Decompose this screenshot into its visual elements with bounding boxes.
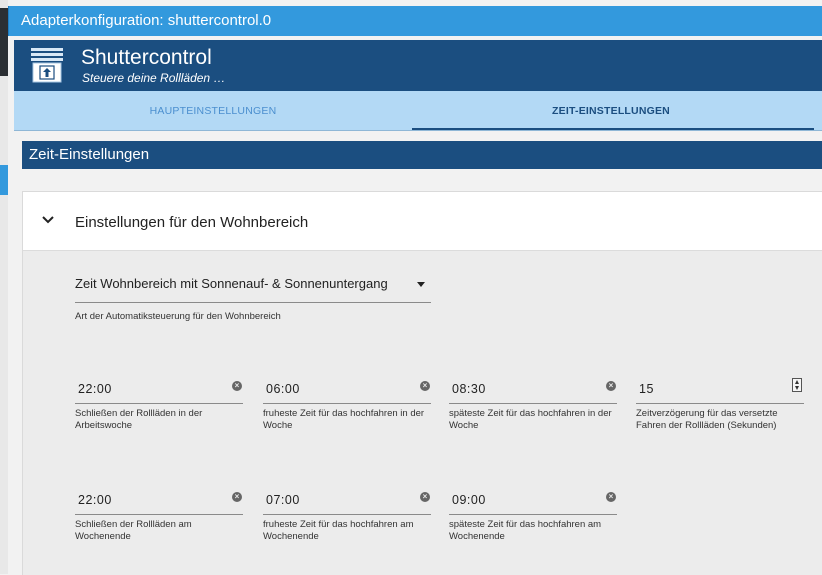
select-helper-text: Art der Automatiksteuerung für den Wohnb… [75,311,281,322]
stepper-down-icon[interactable] [795,386,799,390]
active-tab-indicator [412,128,814,130]
earliest-up-week-field: 06:00 × fruheste Zeit für das hochfahren… [263,370,431,450]
number-stepper[interactable] [792,378,802,392]
dropdown-arrow-icon[interactable] [417,282,425,287]
app-title: Shuttercontrol [81,46,212,69]
latest-up-week-field: 08:30 × späteste Zeit für das hochfahren… [449,370,617,450]
section-title: Zeit-Einstellungen [22,141,822,169]
clear-icon[interactable]: × [232,381,242,391]
clear-icon[interactable]: × [232,492,242,502]
time-input[interactable]: 09:00 [452,493,486,507]
input-underline [263,403,431,404]
tab-zeit-einstellungen[interactable]: ZEIT-EINSTELLUNGEN [412,91,810,130]
time-input[interactable]: 06:00 [266,382,300,396]
background-window-dark [0,8,8,76]
clear-icon[interactable]: × [420,381,430,391]
shutter-upload-icon [29,46,65,84]
input-underline [449,514,617,515]
time-input[interactable]: 22:00 [78,493,112,507]
time-input[interactable]: 07:00 [266,493,300,507]
stepper-up-icon[interactable] [795,380,799,384]
field-helper-text: Schließen der Rollläden in der Arbeitswo… [75,408,203,431]
dialog-title: Adapterkonfiguration: shuttercontrol.0 [8,6,822,36]
number-input[interactable]: 15 [639,382,654,396]
app-header: Shuttercontrol Steuere deine Rollläden … [14,40,822,91]
clear-icon[interactable]: × [420,492,430,502]
input-underline [449,403,617,404]
chevron-down-icon[interactable] [41,215,55,225]
field-helper-text: Zeitverzögerung für das versetzte Fahren… [636,408,778,431]
input-underline [75,514,243,515]
input-underline [636,403,804,404]
close-time-weekend-field: 22:00 × Schließen der Rollläden am Woche… [75,481,243,561]
clear-icon[interactable]: × [606,381,616,391]
field-helper-text: fruheste Zeit für das hochfahren in der … [263,408,425,431]
input-underline [263,514,431,515]
automation-mode-select[interactable]: Zeit Wohnbereich mit Sonnenauf- & Sonnen… [75,276,431,303]
panel-title: Einstellungen für den Wohnbereich [75,214,309,231]
field-helper-text: fruheste Zeit für das hochfahren am Woch… [263,519,414,542]
wohnbereich-panel: Einstellungen für den Wohnbereich Zeit W… [22,191,822,575]
time-input[interactable]: 08:30 [452,382,486,396]
latest-up-weekend-field: 09:00 × späteste Zeit für das hochfahren… [449,481,617,561]
panel-header[interactable]: Einstellungen für den Wohnbereich [23,192,822,251]
tab-bar: HAUPTEINSTELLUNGEN ZEIT-EINSTELLUNGEN [14,91,822,131]
background-window-accent [0,165,8,195]
field-helper-text: Schließen der Rollläden am Wochenende [75,519,192,542]
select-value: Zeit Wohnbereich mit Sonnenauf- & Sonnen… [75,276,388,291]
clear-icon[interactable]: × [606,492,616,502]
background-window-edge [0,0,8,574]
delay-seconds-field: 15 Zeitverzögerung für das versetzte Fah… [636,370,804,450]
field-helper-text: späteste Zeit für das hochfahren am Woch… [449,519,602,542]
time-input[interactable]: 22:00 [78,382,112,396]
close-time-week-field: 22:00 × Schließen der Rollläden in der A… [75,370,243,450]
input-underline [75,403,243,404]
app-subtitle: Steuere deine Rollläden … [82,71,226,85]
field-helper-text: späteste Zeit für das hochfahren in der … [449,408,612,431]
earliest-up-weekend-field: 07:00 × fruheste Zeit für das hochfahren… [263,481,431,561]
tab-haupteinstellungen[interactable]: HAUPTEINSTELLUNGEN [14,91,412,130]
